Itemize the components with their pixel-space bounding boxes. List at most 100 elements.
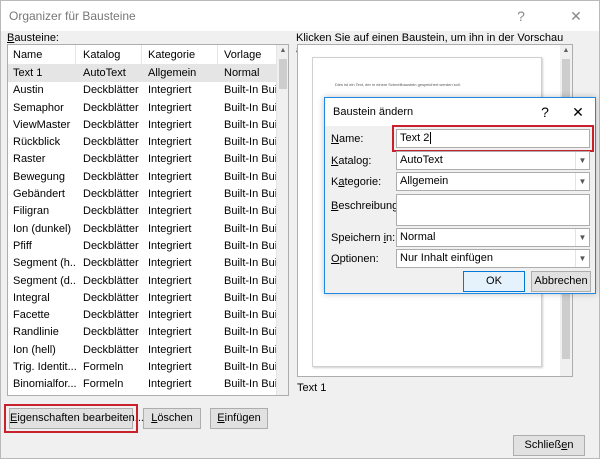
table-cell: Built-In Bui... (224, 309, 278, 322)
dialog-close-icon[interactable]: ✕ (563, 101, 593, 123)
ok-button[interactable]: OK (463, 271, 525, 292)
table-cell: Deckblätter (83, 170, 139, 183)
close-icon[interactable]: ✕ (561, 5, 591, 27)
table-cell: Integral (13, 291, 50, 304)
table-cell: Built-In Bui... (224, 205, 278, 218)
table-cell: Integriert (148, 205, 192, 218)
preview-scroll-up-icon[interactable]: ▲ (560, 45, 572, 57)
list-rows: Text 1 AutoText Allgemein Normal Austin Deckb… (8, 65, 278, 395)
dialog-title: Baustein ändern (333, 106, 414, 118)
table-cell: Deckblätter (83, 257, 139, 270)
table-cell: Deckblätter (83, 84, 139, 97)
column-header-vorlage[interactable]: Vorlage (219, 45, 278, 65)
table-cell: Deckblätter (83, 101, 139, 114)
table-row[interactable]: Rückblick Deckblätter Integriert Built-In B… (8, 134, 278, 151)
table-row[interactable]: Semaphor Deckblätter Integriert Built-In Bu… (8, 100, 278, 117)
table-cell: Deckblätter (83, 136, 139, 149)
help-icon[interactable]: ? (506, 5, 536, 27)
column-header-name[interactable]: Name (8, 45, 76, 65)
table-row[interactable]: Randlinie Deckblätter Integriert Built-In B… (8, 324, 278, 341)
insert-button[interactable]: Einfügen (210, 408, 268, 429)
table-row[interactable]: Taylorentwi...FormelnIntegriertBuilt-In … (8, 394, 278, 395)
table-cell: Built-In Bui... (224, 188, 278, 201)
table-cell: Deckblätter (83, 343, 139, 356)
optionen-label: Optionen: (331, 253, 379, 265)
table-cell: Bewegung (13, 170, 65, 183)
table-cell: Integriert (148, 153, 192, 166)
dialog-title-bar: Baustein ändern ? ✕ (325, 98, 595, 126)
speichern-select[interactable]: Normal ▼ (396, 228, 590, 247)
table-cell: Allgemein (148, 67, 197, 79)
kategorie-label: Kategorie: (331, 176, 382, 188)
table-cell: Formeln (78, 394, 142, 395)
table-row[interactable]: Segment (h... Deckblätter Integriert Built-… (8, 255, 278, 272)
table-cell: Trig. Identit... (13, 361, 76, 374)
table-cell: Gebändert (13, 188, 65, 201)
table-row[interactable]: Text 1 AutoText Allgemein Normal (8, 65, 278, 83)
table-cell: Deckblätter (83, 309, 139, 322)
table-cell: Deckblätter (83, 222, 139, 235)
optionen-select[interactable]: Nur Inhalt einfügen ▼ (396, 249, 590, 268)
table-cell: Built-In Bui... (224, 153, 278, 166)
chevron-down-icon: ▼ (575, 152, 589, 169)
table-row[interactable]: Facette Deckblätter Integriert Built-In Bui… (8, 307, 278, 324)
table-cell: Ion (hell) (13, 343, 56, 356)
bausteine-label: Bausteine: (7, 32, 59, 44)
list-scrollbar[interactable]: ▲ (276, 45, 288, 395)
table-cell: Integriert (148, 361, 192, 374)
table-cell: Semaphor (13, 101, 64, 114)
table-cell: Text 1 (13, 67, 43, 79)
table-cell: Integriert (148, 101, 192, 114)
table-row[interactable]: Binomialfor... Formeln Integriert Built-In … (8, 376, 278, 393)
table-cell: Built-In Bui... (224, 291, 278, 304)
table-cell: Integriert (143, 394, 218, 395)
table-cell: Built-In Bui... (224, 170, 278, 183)
edit-building-block-dialog: Baustein ändern ? ✕ Name: Text 2 Katalog… (324, 97, 596, 294)
table-cell: Segment (h... (13, 257, 76, 270)
table-cell: AutoText (83, 67, 126, 79)
scroll-thumb[interactable] (279, 59, 287, 89)
title-bar: Organizer für Bausteine ? ✕ (1, 1, 599, 31)
column-header-katalog[interactable]: Katalog (78, 45, 142, 65)
window-title: Organizer für Bausteine (9, 9, 136, 23)
table-cell: Integriert (148, 239, 192, 252)
scroll-up-icon[interactable]: ▲ (277, 45, 288, 57)
chevron-down-icon: ▼ (575, 250, 589, 267)
table-row[interactable]: Gebändert Deckblätter Integriert Built-In B… (8, 186, 278, 203)
table-row[interactable]: Bewegung Deckblätter Integriert Built-In Bu… (8, 169, 278, 186)
table-cell: Built-In Bui... (224, 84, 278, 97)
table-cell: Deckblätter (83, 188, 139, 201)
table-row[interactable]: Pfiff Deckblätter Integriert Built-In Bui..… (8, 238, 278, 255)
table-row[interactable]: Ion (hell) Deckblätter Integriert Built-In … (8, 342, 278, 359)
cancel-button[interactable]: Abbrechen (531, 271, 591, 292)
close-button[interactable]: Schließen (513, 435, 585, 456)
name-label: Name: (331, 133, 364, 145)
table-row[interactable]: Segment (d... Deckblätter Integriert Built-… (8, 273, 278, 290)
table-cell: Built-In Bui... (224, 343, 278, 356)
building-blocks-list[interactable]: Name Katalog Kategorie Vorlage Text 1 Aut… (7, 44, 289, 396)
table-row[interactable]: Trig. Identit... Formeln Integriert Built-I… (8, 359, 278, 376)
table-row[interactable]: ViewMaster Deckblätter Integriert Built-In … (8, 117, 278, 134)
column-header-kategorie[interactable]: Kategorie (143, 45, 218, 65)
table-cell: Integriert (148, 326, 192, 339)
chevron-down-icon: ▼ (575, 173, 589, 190)
table-row[interactable]: Ion (dunkel) Deckblätter Integriert Built-I… (8, 221, 278, 238)
delete-button[interactable]: Löschen (143, 408, 201, 429)
kategorie-select[interactable]: Allgemein ▼ (396, 172, 590, 191)
beschreibung-textarea[interactable] (396, 194, 590, 226)
table-cell: Built-In Bui... (224, 361, 278, 374)
table-row[interactable]: Integral Deckblätter Integriert Built-In Bu… (8, 290, 278, 307)
table-row[interactable]: Raster Deckblätter Integriert Built-In Bui.… (8, 151, 278, 168)
table-cell: Integriert (148, 188, 192, 201)
table-cell: Integriert (148, 84, 192, 97)
table-cell: Formeln (83, 361, 124, 374)
katalog-select[interactable]: AutoText ▼ (396, 151, 590, 170)
table-cell: Integriert (148, 170, 192, 183)
table-cell: Rückblick (13, 136, 61, 149)
table-cell: Built-In Bui... (219, 394, 278, 395)
table-row[interactable]: Filigran Deckblätter Integriert Built-In Bu… (8, 203, 278, 220)
dialog-help-icon[interactable]: ? (530, 101, 560, 123)
table-cell: Integriert (148, 343, 192, 356)
table-row[interactable]: Austin Deckblätter Integriert Built-In Bui.… (8, 82, 278, 99)
table-cell: Pfiff (13, 239, 32, 252)
